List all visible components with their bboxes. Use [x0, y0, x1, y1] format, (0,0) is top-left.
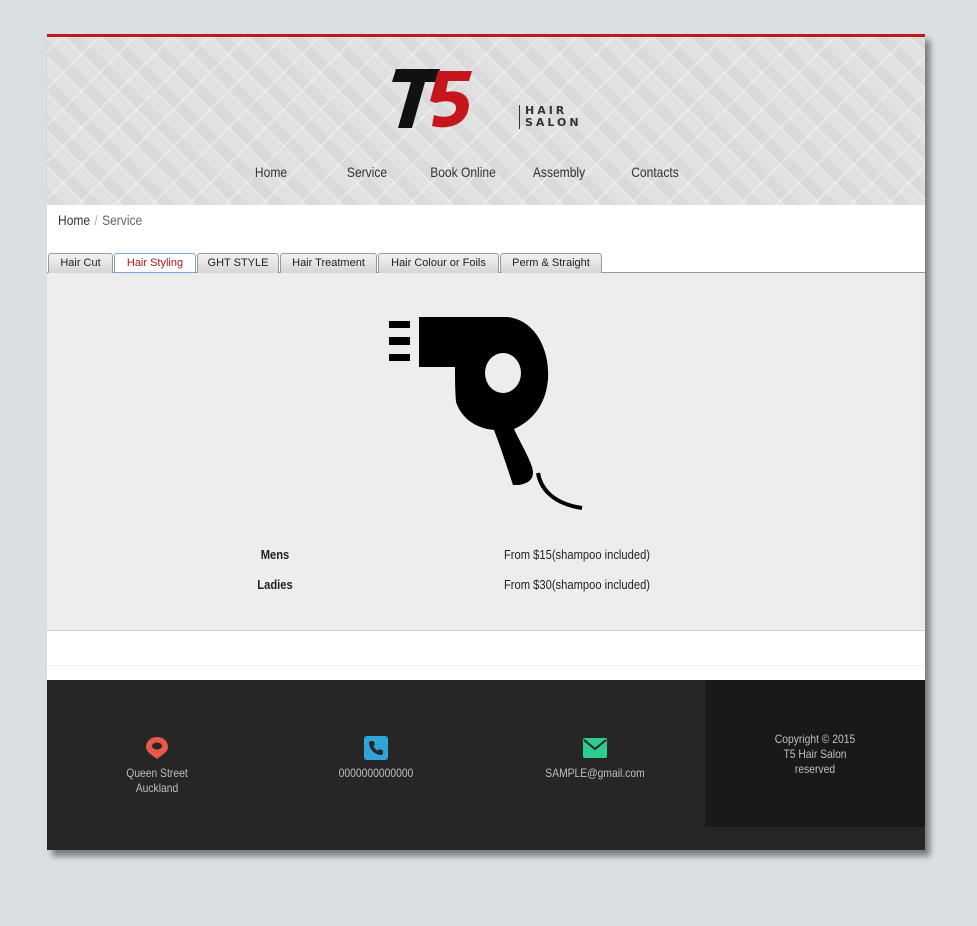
nav-service[interactable]: Service — [326, 164, 409, 180]
copyright-text: Copyright © 2015 T5 Hair Salon reserved — [720, 732, 909, 777]
address-line-1: Queen Street — [126, 766, 188, 780]
nav-assembly[interactable]: Assembly — [518, 164, 601, 180]
page-container: HAIR SALON Home Service Book Online Asse… — [47, 34, 925, 850]
site-header: HAIR SALON Home Service Book Online Asse… — [47, 34, 925, 205]
breadcrumb: Home / Service — [58, 212, 142, 228]
breadcrumb-separator: / — [94, 212, 98, 228]
tab-perm-straight[interactable]: Perm & Straight — [500, 253, 602, 273]
breadcrumb-current: Service — [102, 212, 143, 228]
nav-contacts[interactable]: Contacts — [614, 164, 697, 180]
tab-hair-styling[interactable]: Hair Styling — [114, 253, 196, 273]
phone-number[interactable]: 0000000000000 — [312, 766, 441, 781]
location-pin-icon — [146, 737, 168, 759]
t5-logo-mark — [392, 69, 472, 128]
main-nav: Home Service Book Online Assembly Contac… — [47, 164, 925, 190]
footer-email: SAMPLE@gmail.com — [520, 736, 670, 781]
tab-hair-treatment[interactable]: Hair Treatment — [280, 253, 377, 273]
tab-hair-cut[interactable]: Hair Cut — [48, 253, 113, 273]
nav-home[interactable]: Home — [230, 164, 313, 180]
price-value-mens: From $15(shampoo included) — [503, 547, 651, 562]
envelope-icon — [583, 738, 607, 758]
phone-icon — [364, 736, 388, 760]
tab-ght-style[interactable]: GHT STYLE — [197, 253, 279, 273]
hair-dryer-icon — [389, 317, 583, 510]
tab-panel: Mens From $15(shampoo included) Ladies F… — [47, 273, 925, 631]
logo-wordmark: HAIR SALON — [519, 105, 582, 129]
copyright-line-3: reserved — [794, 762, 836, 776]
price-label-mens: Mens — [260, 547, 290, 562]
email-address[interactable]: SAMPLE@gmail.com — [531, 766, 660, 781]
tab-hair-colour-or-foils[interactable]: Hair Colour or Foils — [378, 253, 499, 273]
content-divider — [47, 665, 925, 666]
price-label-ladies: Ladies — [257, 577, 293, 592]
footer-address: Queen Street Auckland — [82, 736, 232, 796]
site-footer: Queen Street Auckland 0000000000000 SAMP… — [47, 680, 925, 850]
footer-copyright-box: Copyright © 2015 T5 Hair Salon reserved — [705, 680, 925, 827]
breadcrumb-home-link[interactable]: Home — [58, 212, 90, 228]
footer-phone: 0000000000000 — [301, 736, 451, 781]
address-line-2: Auckland — [135, 781, 179, 795]
copyright-line-1: Copyright © 2015 — [774, 732, 856, 746]
copyright-line-2: T5 Hair Salon — [783, 747, 847, 761]
logo-word-salon: SALON — [525, 116, 582, 129]
nav-book-online[interactable]: Book Online — [422, 164, 505, 180]
service-tabs: Hair Cut Hair Styling GHT STYLE Hair Tre… — [47, 253, 925, 273]
price-value-ladies: From $30(shampoo included) — [503, 577, 651, 592]
site-logo[interactable]: HAIR SALON — [390, 65, 590, 135]
